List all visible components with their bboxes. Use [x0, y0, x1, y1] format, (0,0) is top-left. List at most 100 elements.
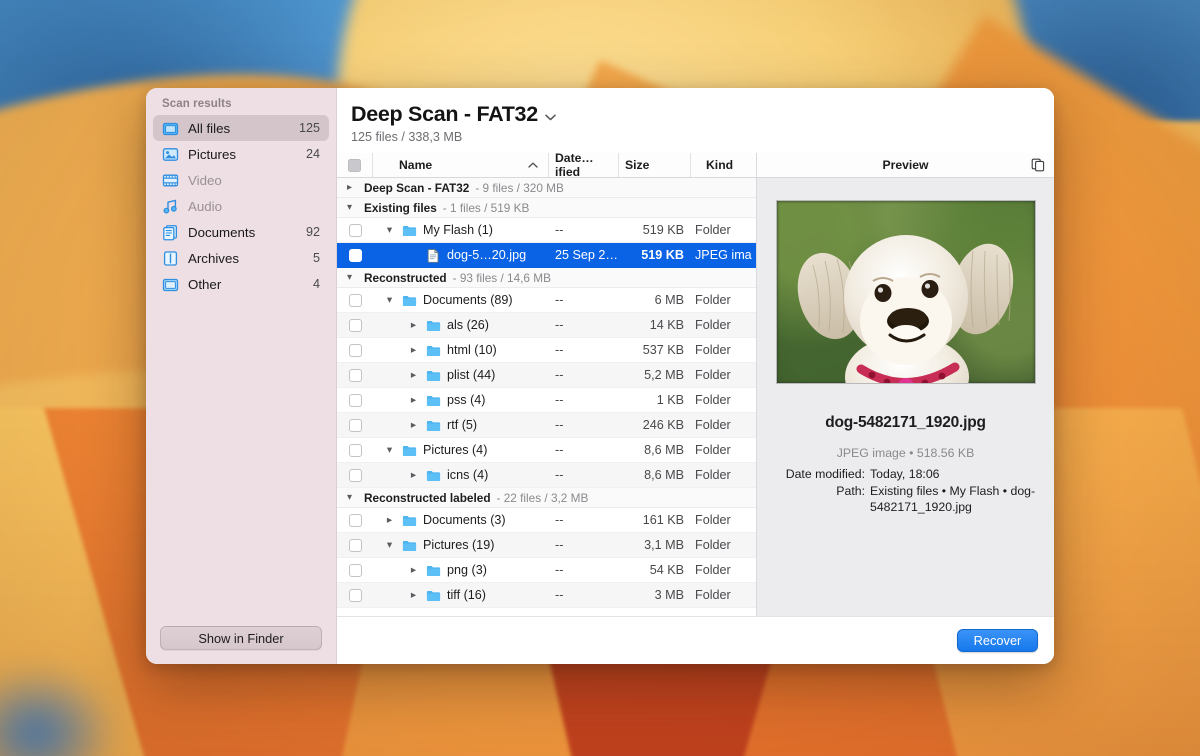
row-checkbox[interactable] [348, 248, 362, 262]
row-checkbox-cell[interactable] [337, 468, 373, 482]
row-size: 161 KB [642, 513, 684, 527]
sidebar-item-pictures[interactable]: Pictures 24 [153, 141, 329, 167]
chevron-down-icon[interactable]: ▾ [347, 202, 358, 213]
folder-icon [426, 320, 441, 331]
table-row[interactable]: ▸ als (26) -- 14 KB Folder [337, 313, 756, 338]
row-checkbox-cell[interactable] [337, 443, 373, 457]
sidebar-item-audio[interactable]: Audio [153, 193, 329, 219]
row-checkbox-cell[interactable] [337, 343, 373, 357]
table-row[interactable]: ▸ rtf (5) -- 246 KB Folder [337, 413, 756, 438]
recover-button[interactable]: Recover [957, 629, 1038, 652]
chevron-down-icon[interactable]: ▾ [347, 272, 358, 283]
row-checkbox[interactable] [348, 588, 362, 602]
table-row[interactable]: dog-5…20.jpg 25 Sep 2… 519 KB JPEG ima [337, 243, 756, 268]
table-row[interactable]: ▾ My Flash (1) -- 519 KB Folder [337, 218, 756, 243]
chevron-right-icon[interactable]: ▸ [407, 589, 420, 601]
row-checkbox[interactable] [348, 393, 362, 407]
row-checkbox-cell[interactable] [337, 223, 373, 237]
row-date: -- [555, 393, 564, 407]
sidebar-item-video[interactable]: Video [153, 167, 329, 193]
chevron-right-icon[interactable]: ▸ [407, 564, 420, 576]
chevron-down-icon[interactable] [545, 109, 556, 124]
row-checkbox-cell[interactable] [337, 513, 373, 527]
row-kind: Folder [695, 468, 731, 482]
table-row[interactable]: ▾ Pictures (19) -- 3,1 MB Folder [337, 533, 756, 558]
row-checkbox-cell[interactable] [337, 393, 373, 407]
row-name-cell: ▾ Documents (89) [373, 293, 549, 308]
row-date: -- [555, 563, 564, 577]
row-checkbox-cell[interactable] [337, 563, 373, 577]
table-row[interactable]: ▾ Pictures (4) -- 8,6 MB Folder [337, 438, 756, 463]
row-checkbox-cell[interactable] [337, 318, 373, 332]
row-checkbox[interactable] [348, 468, 362, 482]
row-name: plist (44) [447, 368, 496, 382]
chevron-right-icon[interactable]: ▸ [407, 344, 420, 356]
row-checkbox[interactable] [348, 443, 362, 457]
sidebar-item-all-files[interactable]: All files 125 [153, 115, 329, 141]
row-checkbox[interactable] [348, 368, 362, 382]
table-row[interactable]: ▸ png (3) -- 54 KB Folder [337, 558, 756, 583]
chevron-right-icon[interactable]: ▸ [407, 469, 420, 481]
group-row[interactable]: ▾ Reconstructed labeled - 22 files / 3,2 M… [337, 488, 756, 508]
column-header-size[interactable]: Size [619, 153, 691, 177]
table-row[interactable]: ▸ pss (4) -- 1 KB Folder [337, 388, 756, 413]
row-checkbox-cell[interactable] [337, 293, 373, 307]
row-name: html (10) [447, 343, 497, 357]
chevron-down-icon[interactable]: ▾ [383, 539, 396, 551]
group-row[interactable]: ▾ Existing files - 1 files / 519 KB [337, 198, 756, 218]
page-subtitle: 125 files / 338,3 MB [351, 130, 463, 144]
row-checkbox[interactable] [348, 293, 362, 307]
row-checkbox[interactable] [348, 563, 362, 577]
sidebar-item-documents[interactable]: Documents 92 [153, 219, 329, 245]
row-checkbox[interactable] [348, 343, 362, 357]
row-checkbox-cell[interactable] [337, 418, 373, 432]
select-all-column-header[interactable] [337, 153, 373, 177]
row-date: -- [555, 368, 564, 382]
column-header-date-modified[interactable]: Date…ified [549, 151, 619, 179]
row-date: -- [555, 343, 564, 357]
row-kind: Folder [695, 418, 731, 432]
chevron-right-icon[interactable]: ▸ [407, 419, 420, 431]
audio-icon [163, 199, 177, 214]
chevron-right-icon[interactable]: ▸ [407, 394, 420, 406]
row-name-cell: ▸ rtf (5) [373, 418, 549, 433]
row-checkbox[interactable] [348, 513, 362, 527]
select-all-checkbox[interactable] [348, 158, 361, 172]
duplicate-icon[interactable] [1031, 158, 1045, 172]
chevron-down-icon[interactable]: ▾ [383, 294, 396, 306]
row-checkbox[interactable] [348, 418, 362, 432]
table-row[interactable]: ▸ plist (44) -- 5,2 MB Folder [337, 363, 756, 388]
chevron-down-icon[interactable]: ▾ [383, 224, 396, 236]
chevron-right-icon[interactable]: ▸ [407, 369, 420, 381]
group-row[interactable]: ▾ Reconstructed - 93 files / 14,6 MB [337, 268, 756, 288]
row-checkbox-cell[interactable] [337, 538, 373, 552]
preview-date-row: Date modified: Today, 18:06 [771, 467, 1040, 482]
chevron-down-icon[interactable]: ▾ [347, 492, 358, 503]
group-row[interactable]: ▸ Deep Scan - FAT32 - 9 files / 320 MB [337, 178, 756, 198]
row-checkbox[interactable] [348, 223, 362, 237]
row-checkbox[interactable] [348, 318, 362, 332]
table-row[interactable]: ▸ icns (4) -- 8,6 MB Folder [337, 463, 756, 488]
chevron-right-icon[interactable]: ▸ [383, 514, 396, 526]
sidebar-heading: Scan results [162, 98, 232, 110]
chevron-right-icon[interactable]: ▸ [407, 319, 420, 331]
column-header-kind[interactable]: Kind [691, 153, 756, 177]
sidebar-item-other[interactable]: Other 4 [153, 271, 329, 297]
row-size: 3 MB [654, 588, 684, 602]
table-row[interactable]: ▸ html (10) -- 537 KB Folder [337, 338, 756, 363]
row-checkbox[interactable] [348, 538, 362, 552]
chevron-right-icon[interactable]: ▸ [347, 182, 358, 193]
show-in-finder-button[interactable]: Show in Finder [160, 626, 322, 650]
row-date: -- [555, 418, 564, 432]
table-row[interactable]: ▸ Documents (3) -- 161 KB Folder [337, 508, 756, 533]
table-row[interactable]: ▸ tiff (16) -- 3 MB Folder [337, 583, 756, 608]
table-row[interactable]: ▾ Documents (89) -- 6 MB Folder [337, 288, 756, 313]
row-kind: Folder [695, 223, 731, 237]
row-checkbox-cell[interactable] [337, 248, 373, 262]
column-header-name[interactable]: Name [373, 153, 549, 177]
chevron-down-icon[interactable]: ▾ [383, 444, 396, 456]
row-size: 519 KB [641, 248, 684, 262]
row-checkbox-cell[interactable] [337, 588, 373, 602]
row-checkbox-cell[interactable] [337, 368, 373, 382]
sidebar-item-archives[interactable]: Archives 5 [153, 245, 329, 271]
